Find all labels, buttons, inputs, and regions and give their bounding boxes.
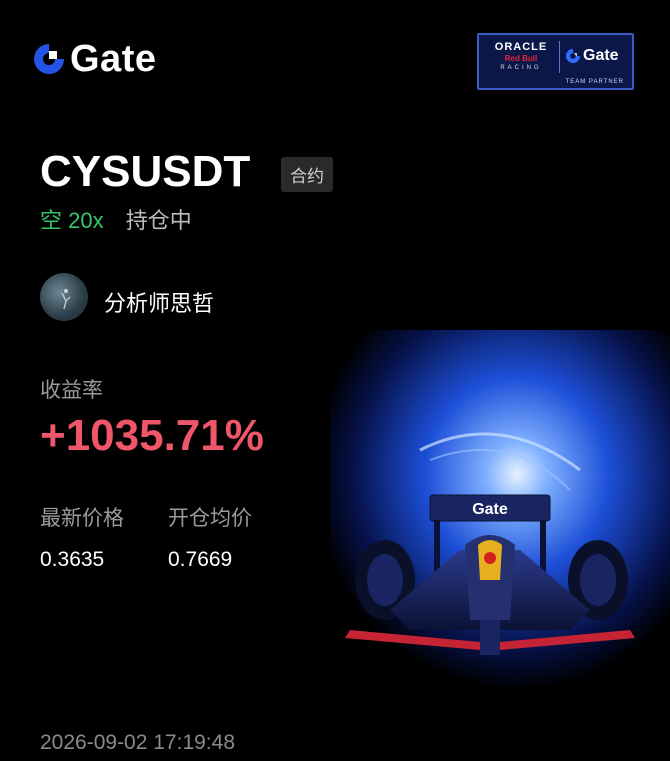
gate-logo: Gate: [32, 40, 156, 78]
badge-gate-logo: Gate: [565, 47, 619, 65]
f1-car-illustration: Gate: [330, 330, 670, 690]
gate-logo-icon: [34, 44, 64, 74]
roi-label: 收益率: [40, 379, 103, 402]
oracle-redbull-logo: ORACLE Red Bull RACING: [487, 41, 555, 71]
latest-price-value: 0.3635: [40, 548, 105, 571]
gate-mini-icon: [565, 48, 581, 64]
entry-price-label: 开仓均价: [168, 507, 252, 530]
roi-value: +1035.71%: [40, 411, 264, 460]
position-side-leverage: 空 20x: [40, 208, 104, 233]
team-partner-badge: ORACLE Red Bull RACING Gate TEAM PARTNER: [477, 33, 634, 90]
rear-wing-gate-text: Gate: [472, 501, 508, 518]
gate-logo-text: Gate: [70, 38, 157, 80]
position-info: 空 20x 持仓中: [40, 210, 192, 232]
badge-divider: [559, 41, 560, 73]
entry-price-block: 开仓均价 0.7669: [168, 502, 252, 572]
latest-price-block: 最新价格 0.3635: [40, 502, 124, 572]
racing-text: RACING: [500, 65, 542, 71]
author-avatar: [40, 273, 88, 321]
contract-type-badge: 合约: [281, 157, 333, 192]
avatar-figure-icon: [61, 289, 71, 310]
badge-gate-text: Gate: [583, 47, 619, 64]
position-status: 持仓中: [125, 208, 192, 233]
share-timestamp: 2026-09-02 17:19:48: [40, 731, 235, 754]
latest-price-label: 最新价格: [40, 507, 124, 530]
author-name: 分析师思哲: [104, 291, 215, 316]
redbull-text: Red Bull: [504, 54, 538, 63]
oracle-text: ORACLE: [494, 41, 548, 53]
trading-pair-symbol: CYSUSDT: [40, 147, 251, 196]
team-partner-label: TEAM PARTNER: [565, 79, 624, 85]
entry-price-value: 0.7669: [168, 548, 233, 571]
